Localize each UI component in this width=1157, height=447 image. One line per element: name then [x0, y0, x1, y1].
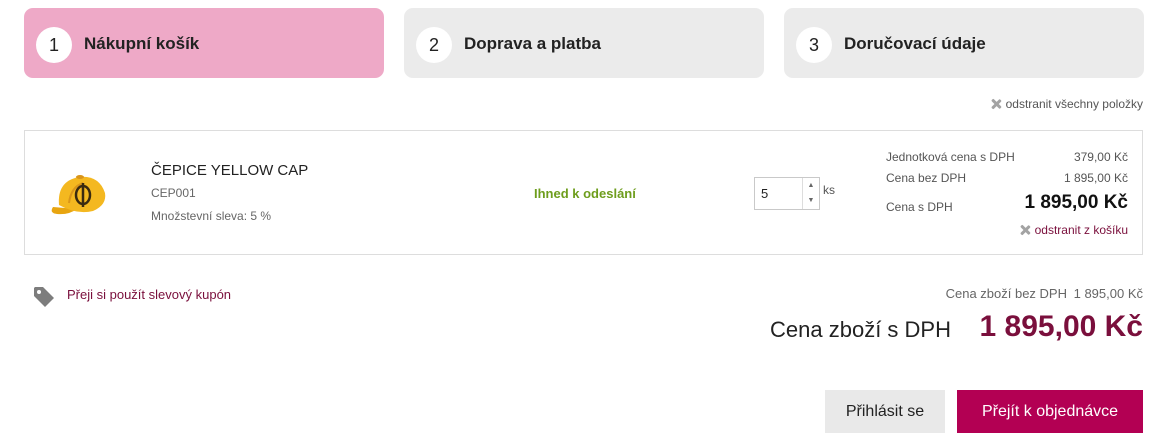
- step-label: Nákupní košík: [84, 34, 200, 53]
- decrease-arrow-icon[interactable]: ▼: [803, 193, 819, 208]
- step-number: 1: [36, 27, 72, 63]
- step-cart[interactable]: 1 Nákupní košík: [24, 8, 384, 78]
- remove-from-cart-link[interactable]: odstranit z košíku: [1020, 223, 1128, 237]
- cap-product-image[interactable]: [47, 167, 113, 223]
- remove-all-label: odstranit všechny položky: [1005, 97, 1143, 111]
- close-icon: [991, 99, 1001, 109]
- product-code: CEP001: [151, 186, 196, 200]
- total-label: Cena zboží s DPH: [770, 317, 951, 342]
- quantity-arrows: ▲ ▼: [802, 178, 819, 209]
- increase-arrow-icon[interactable]: ▲: [803, 178, 819, 193]
- price-without-vat: 1 895,00 Kč: [1063, 171, 1128, 185]
- price-with-vat-label: Cena s DPH: [886, 200, 953, 214]
- quantity-stepper[interactable]: ▲ ▼: [754, 177, 820, 210]
- subtotal-label: Cena zboží bez DPH: [945, 286, 1067, 301]
- unit-price-label: Jednotková cena s DPH: [886, 150, 1015, 164]
- step-label: Doručovací údaje: [844, 34, 986, 53]
- step-label: Doprava a platba: [464, 34, 601, 53]
- unit-price: 379,00 Kč: [1073, 150, 1128, 164]
- close-icon: [1020, 225, 1030, 235]
- step-number: 2: [416, 27, 452, 63]
- tag-icon: [34, 287, 54, 307]
- product-name[interactable]: ČEPICE YELLOW CAP: [151, 162, 308, 179]
- remove-all-link[interactable]: odstranit všechny položky: [991, 97, 1143, 111]
- total-value: 1 895,00 Kč: [979, 310, 1143, 343]
- subtotal-value: 1 895,00 Kč: [1073, 286, 1143, 301]
- step-shipping-payment[interactable]: 2 Doprava a platba: [404, 8, 764, 78]
- proceed-to-order-button[interactable]: Přejít k objednávce: [957, 390, 1143, 433]
- login-button[interactable]: Přihlásit se: [825, 390, 945, 433]
- remove-from-cart-label: odstranit z košíku: [1034, 223, 1128, 237]
- availability-status: Ihned k odeslání: [534, 186, 636, 201]
- checkout-steps: 1 Nákupní košík 2 Doprava a platba 3 Dor…: [24, 8, 1144, 78]
- quantity-input[interactable]: [755, 178, 803, 209]
- cart-item: ČEPICE YELLOW CAP CEP001 Množstevní slev…: [24, 130, 1143, 255]
- coupon-link[interactable]: Přeji si použít slevový kupón: [67, 287, 231, 302]
- price-with-vat: 1 895,00 Kč: [1024, 192, 1128, 213]
- quantity-discount: Množstevní sleva: 5 %: [151, 209, 272, 223]
- step-number: 3: [796, 27, 832, 63]
- price-without-vat-label: Cena bez DPH: [886, 171, 967, 185]
- quantity-unit: ks: [823, 183, 835, 197]
- step-delivery-details[interactable]: 3 Doručovací údaje: [784, 8, 1144, 78]
